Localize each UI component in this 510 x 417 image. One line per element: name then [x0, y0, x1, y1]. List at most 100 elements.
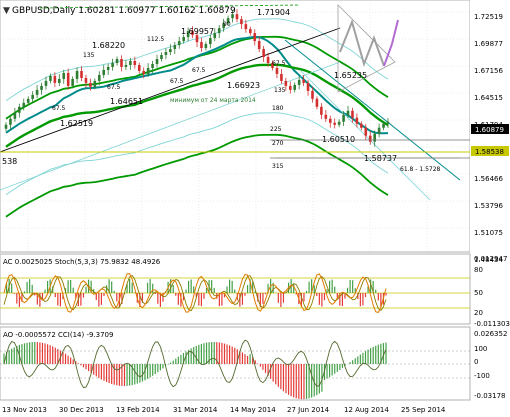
ao-bar: [259, 364, 261, 367]
price-axis-label: 1.64515: [474, 94, 503, 102]
ao-bar: [334, 364, 336, 374]
ao-bar: [41, 342, 44, 364]
time-axis[interactable]: 13 Nov 2013 30 Dec 2013 13 Feb 2014 31 Mar …: [2, 406, 446, 414]
ao-bar: [49, 345, 51, 364]
candle-body: [288, 85, 292, 90]
candle-body: [102, 69, 106, 75]
ao-bar: [36, 342, 38, 364]
candle-body: [58, 78, 61, 83]
candle-body: [44, 80, 48, 86]
ao-bar: [241, 352, 244, 364]
ac-bar: [262, 293, 264, 304]
ac-bar: [175, 293, 177, 296]
candle-body: [53, 75, 57, 83]
trading-chart[interactable]: ▼ GBPUSD,Daily 1.60281 1.60977 1.60162 1…: [0, 0, 510, 417]
ao-bar: [103, 364, 105, 381]
candle-body: [146, 67, 150, 74]
candle-body: [151, 63, 154, 68]
ao-bar: [149, 364, 151, 378]
ac-bar: [57, 293, 59, 306]
candle-body: [111, 62, 114, 67]
ao-bar: [357, 356, 359, 364]
candle-body: [275, 67, 279, 74]
triangle-down-icon[interactable]: ▼: [3, 6, 10, 16]
ao-bar: [223, 343, 226, 364]
ao-bar: [88, 364, 90, 372]
candle-body: [71, 78, 74, 86]
annotation-fib-61-8: 61.8 - 1.5728: [400, 166, 441, 173]
ao-bar: [72, 359, 74, 364]
ao-bar: [44, 343, 46, 364]
ao-bar: [82, 364, 85, 368]
candle-body: [373, 133, 376, 142]
cci-title: AO -0.0005572 CCI(14) -9.3709: [3, 331, 113, 339]
ac-bar: [113, 290, 115, 293]
ao-bar: [100, 364, 103, 380]
ac-bar: [277, 293, 279, 303]
ao-bar: [367, 349, 369, 364]
candle-body: [182, 37, 185, 42]
ao-bar: [326, 364, 328, 379]
ac-bar: [244, 293, 246, 296]
ao-bar: [154, 364, 156, 375]
ac-bar: [346, 287, 349, 293]
ao-bar: [318, 364, 320, 394]
ao-bar: [362, 352, 364, 364]
candle-body: [284, 80, 288, 86]
ao-bar: [226, 344, 228, 364]
candle-body: [240, 19, 243, 25]
ac-bar: [149, 279, 151, 293]
svg-text:-0.011303: -0.011303: [474, 320, 510, 328]
ac-bar: [264, 293, 267, 295]
ao-bar: [270, 364, 272, 379]
candle-body: [40, 85, 43, 90]
candle-body: [169, 49, 172, 53]
ao-bar: [295, 364, 297, 399]
ac-bar: [316, 293, 318, 296]
ao-bar: [108, 364, 110, 384]
candle-body: [297, 79, 301, 85]
ao-bar: [172, 360, 174, 364]
ao-bar: [39, 342, 41, 364]
ao-bar: [111, 364, 113, 384]
ao-bar: [170, 362, 172, 364]
candle-body: [89, 82, 92, 87]
ao-bar: [21, 344, 23, 364]
annotation-1-58737: 1.58737: [364, 154, 397, 163]
ao-bar: [262, 364, 264, 370]
ac-bar: [198, 293, 200, 306]
candle-body: [4, 124, 8, 129]
ao-bar: [305, 364, 308, 399]
ao-bar: [275, 364, 277, 385]
ac-bar: [331, 279, 333, 293]
candle-body: [66, 72, 70, 86]
ac-bar: [203, 293, 205, 299]
annotation-1-69957: 1.69957: [181, 27, 214, 36]
candle-body: [120, 59, 123, 67]
candle-body: [346, 110, 350, 115]
candle-body: [235, 14, 239, 20]
ao-bar: [157, 364, 159, 373]
ao-bar: [116, 364, 118, 386]
ao-bar: [200, 343, 203, 364]
ao-bar: [293, 364, 295, 398]
candle-body: [177, 41, 181, 46]
time-axis-label: 25 Sep 2014: [401, 406, 446, 414]
candle-body: [360, 123, 363, 128]
candle-body: [9, 118, 12, 125]
ao-bar: [26, 342, 28, 364]
annotation-1-60510: 1.60510: [322, 135, 355, 144]
ao-bar: [280, 364, 282, 390]
ac-bar: [29, 279, 31, 293]
ao-bar: [31, 342, 33, 364]
candle-body: [244, 24, 248, 30]
ao-bar: [316, 364, 318, 396]
ao-bar: [231, 346, 233, 364]
candle-body: [315, 98, 319, 107]
ac-bar: [231, 280, 233, 293]
ao-bar: [205, 342, 208, 364]
ao-bar: [8, 350, 10, 364]
svg-text:50: 50: [474, 289, 483, 297]
candle-body: [106, 66, 110, 70]
ac-bar: [341, 293, 344, 307]
